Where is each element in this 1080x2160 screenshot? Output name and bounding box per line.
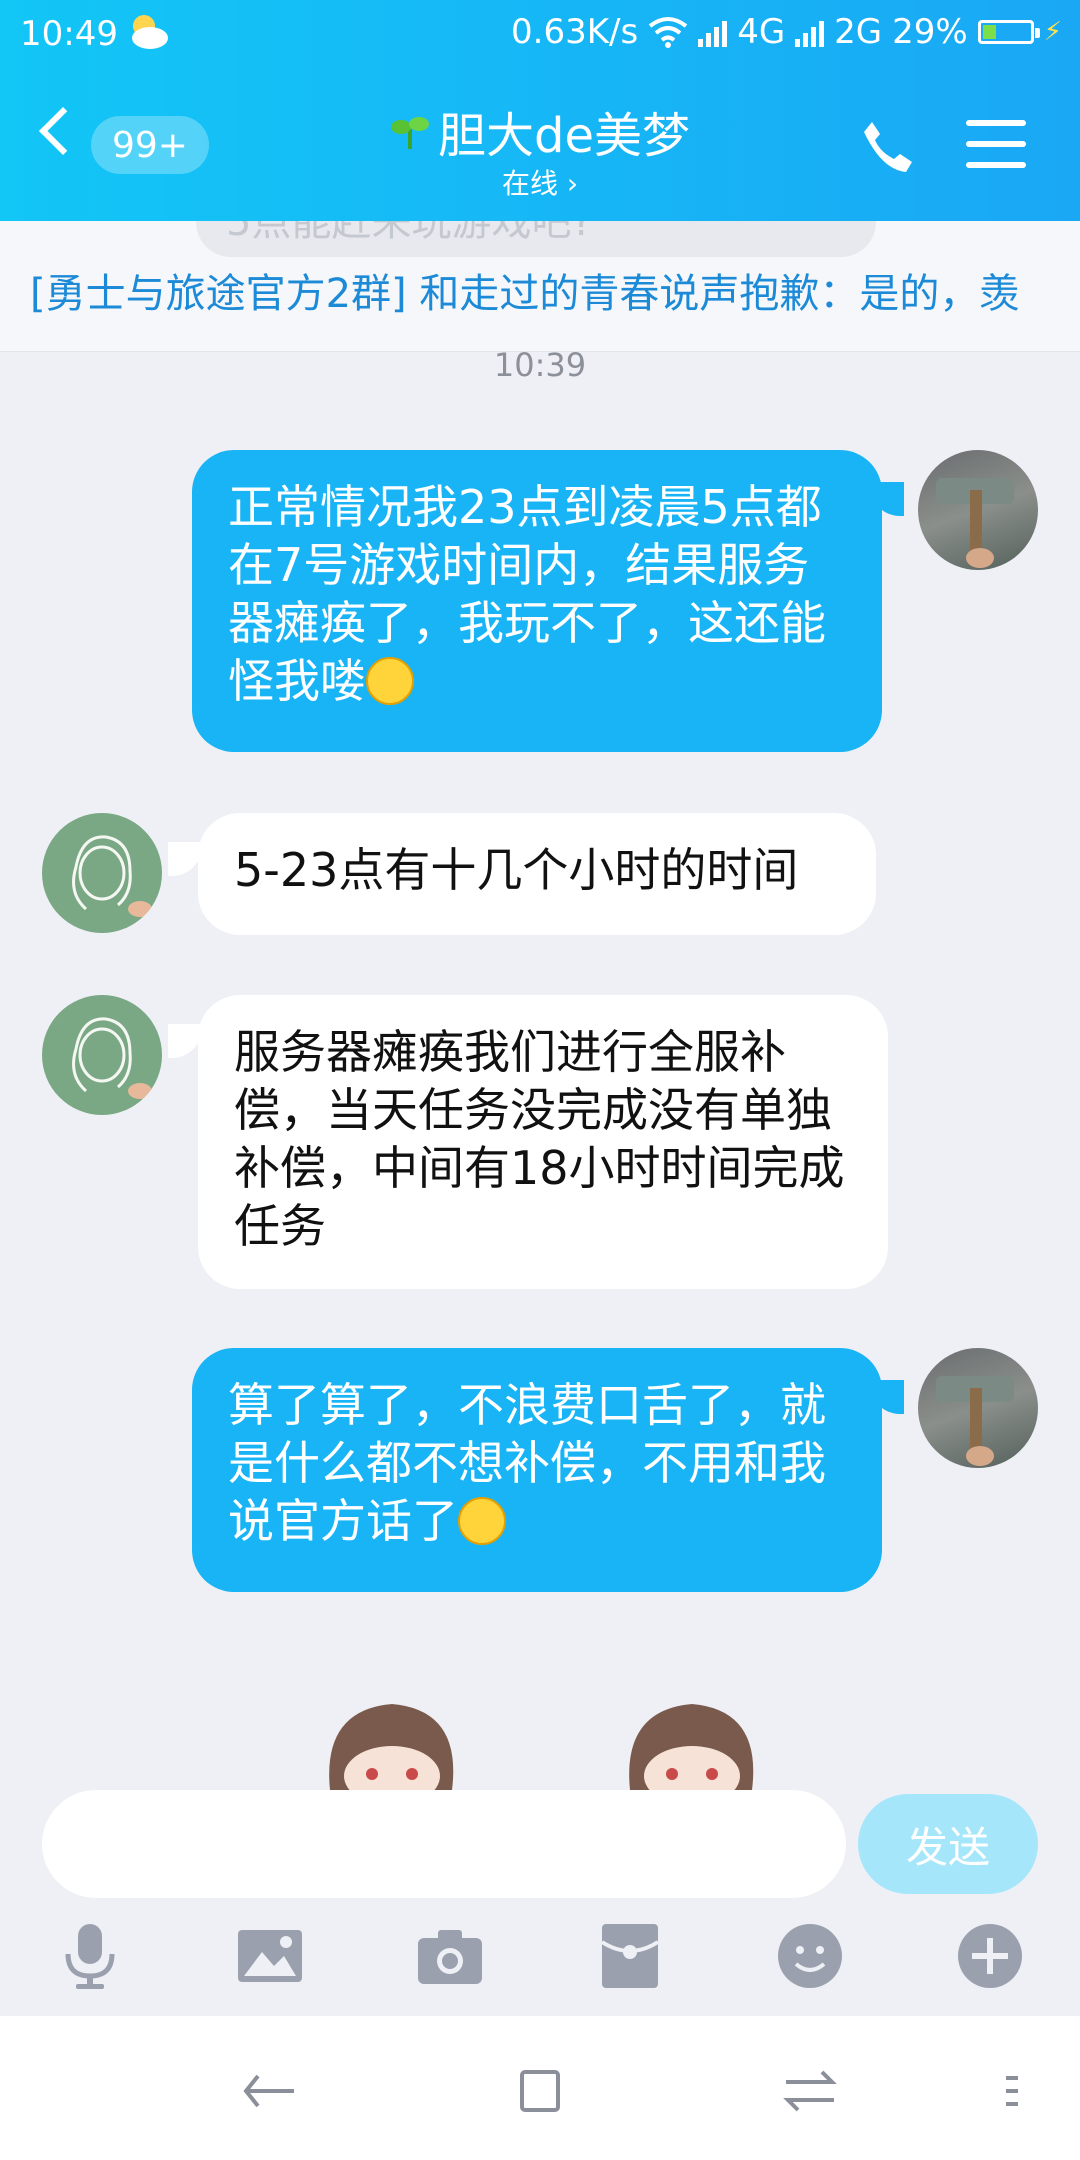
system-nav-bar <box>0 2016 1080 2160</box>
battery-icon <box>977 20 1040 44</box>
top-bar: 10:49 0.63K/s 4G 2G 29% ⚡ 99+ 胆大de美梦 在线 … <box>0 0 1080 221</box>
battery-percent: 29% <box>892 12 968 52</box>
sprout-icon <box>390 117 429 149</box>
chalk-outline-icon <box>72 835 152 917</box>
my-avatar[interactable] <box>918 1348 1038 1468</box>
contact-message-bubble[interactable]: 5-23点有十几个小时的时间 <box>198 813 876 935</box>
hammer-icon <box>936 1376 1014 1466</box>
contact-message-bubble[interactable]: 服务器瘫痪我们进行全服补偿，当天任务没完成没有单独补偿，中间有18小时时间完成任… <box>198 995 888 1289</box>
nav-more-icon[interactable] <box>1000 2064 1024 2118</box>
thinking-emoji-icon <box>458 1497 506 1545</box>
plus-icon[interactable] <box>954 1920 1026 1992</box>
nav-home-icon[interactable] <box>510 2064 570 2118</box>
nav-back-icon[interactable] <box>240 2064 300 2118</box>
status-bar: 10:49 0.63K/s 4G 2G 29% ⚡ <box>0 0 1080 70</box>
banner-previous-bubble: 5点能赶来玩游戏吧? <box>196 221 876 257</box>
phone-icon[interactable] <box>858 118 916 176</box>
signal-2g-icon <box>795 17 825 47</box>
bubble-tail <box>168 1024 202 1058</box>
signal-4g-icon <box>698 17 728 47</box>
sticker-decoration <box>0 1680 1080 1790</box>
charging-icon: ⚡ <box>1043 17 1062 47</box>
emoji-icon[interactable] <box>774 1920 846 1992</box>
my-avatar[interactable] <box>918 450 1038 570</box>
message-text: 正常情况我23点到凌晨5点都在7号游戏时间内，结果服务器瘫痪了，我玩不了，这还能… <box>228 480 826 708</box>
message-text: 服务器瘫痪我们进行全服补偿，当天任务没完成没有单独补偿，中间有18小时时间完成任… <box>234 1025 845 1253</box>
message-text: 5-23点有十几个小时的时间 <box>234 843 799 897</box>
group-message-banner[interactable]: 5点能赶来玩游戏吧? [勇士与旅途官方2群] 和走过的青春说声抱歉：是的，羡 <box>0 221 1080 352</box>
composer-toolbar <box>0 1910 1080 2010</box>
my-message-bubble[interactable]: 正常情况我23点到凌晨5点都在7号游戏时间内，结果服务器瘫痪了，我玩不了，这还能… <box>192 450 882 752</box>
status-right: 0.63K/s 4G 2G 29% ⚡ <box>511 12 1062 52</box>
camera-icon[interactable] <box>414 1920 486 1992</box>
message-input[interactable] <box>42 1790 846 1898</box>
bubble-tail <box>168 842 202 876</box>
contact-avatar[interactable] <box>42 813 162 933</box>
wifi-icon <box>648 17 688 48</box>
banner-text: [勇士与旅途官方2群] 和走过的青春说声抱歉：是的，羡 <box>30 271 1020 317</box>
microphone-icon[interactable] <box>54 1920 126 1992</box>
status-time: 10:49 <box>20 14 118 54</box>
contact-avatar[interactable] <box>42 995 162 1115</box>
chalk-outline-icon <box>72 1017 152 1099</box>
online-status[interactable]: 在线 › <box>0 162 1080 202</box>
menu-icon[interactable] <box>966 120 1026 172</box>
nav-switch-icon[interactable] <box>780 2064 840 2118</box>
message-text: 算了算了，不浪费口舌了，就是什么都不想补偿，不用和我说官方话了 <box>228 1378 826 1548</box>
net-speed: 0.63K/s <box>511 12 639 52</box>
weather-icon <box>132 15 168 49</box>
anime-character-sticker <box>329 1704 754 1790</box>
chat-title[interactable]: 胆大de美梦 <box>0 96 1080 166</box>
network-2g: 2G <box>834 12 883 52</box>
hammer-icon <box>936 478 1014 568</box>
network-4g: 4G <box>737 12 786 52</box>
composer: 发送 <box>0 1780 1080 1900</box>
red-packet-icon[interactable] <box>594 1920 666 1992</box>
my-message-bubble[interactable]: 算了算了，不浪费口舌了，就是什么都不想补偿，不用和我说官方话了 <box>192 1348 882 1592</box>
send-button[interactable]: 发送 <box>858 1794 1038 1894</box>
grin-emoji-icon <box>366 657 414 705</box>
contact-name: 胆大de美梦 <box>437 108 690 164</box>
image-icon[interactable] <box>234 1920 306 1992</box>
message-timestamp: 10:39 <box>493 346 587 384</box>
